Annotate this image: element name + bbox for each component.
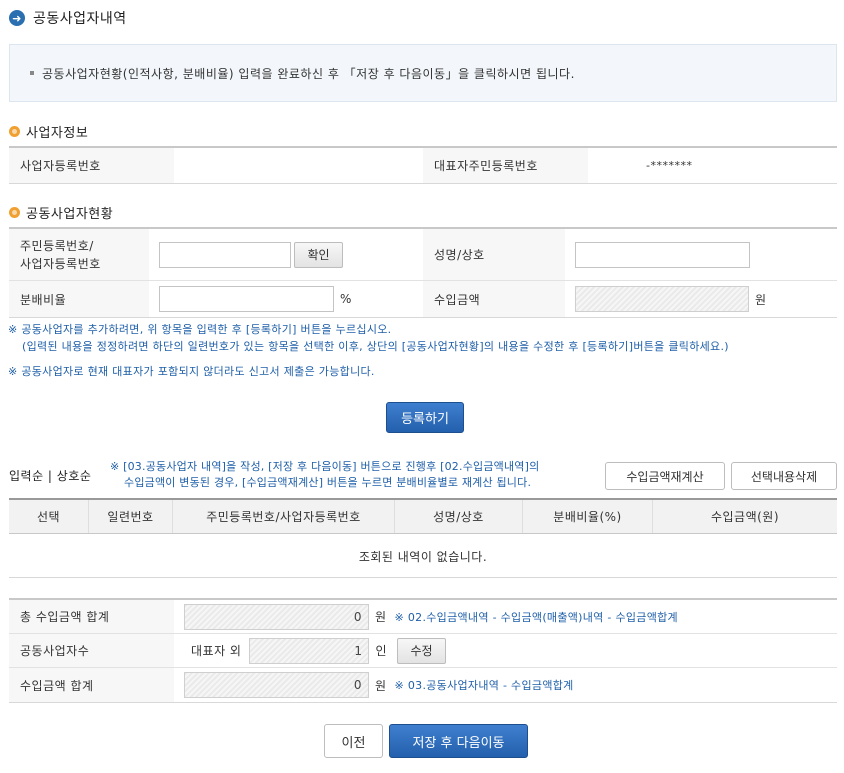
rep-id-value: -******* [646, 159, 693, 172]
delete-selected-button[interactable]: 선택내용삭제 [731, 462, 837, 490]
section-title-text: 공동사업자현황 [26, 207, 114, 222]
modify-button[interactable]: 수정 [397, 637, 447, 664]
id-input[interactable] [159, 241, 291, 268]
col-id: 주민등록번호/사업자등록번호 [173, 500, 395, 533]
partner-list-header: 선택 일련번호 주민등록번호/사업자등록번호 성명/상호 분배비율(%) 수입금… [9, 498, 837, 534]
income-sum-cell: 0 원 ※ 03.공동사업자내역 - 수입금액합계 [174, 668, 837, 702]
total-income-value: 0 [184, 603, 369, 630]
note-add-partner: ※ 공동사업자를 추가하려면, 위 항목을 입력한 후 [등록하기] 버튼을 누… [8, 323, 392, 336]
income-input-cell: 원 [565, 281, 837, 317]
partner-count-unit: 인 [375, 644, 388, 658]
ratio-input-cell: % [149, 281, 423, 317]
total-income-cell: 0 원 ※ 02.수입금액내역 - 수입금액(매출액)내역 - 수입금액합계 [174, 600, 837, 633]
income-unit: 원 [755, 292, 767, 307]
income-input-disabled [575, 286, 749, 312]
notice-text: 공동사업자현황(인적사항, 분배비율) 입력을 완료하신 후 「저장 후 다음이… [42, 66, 575, 81]
rep-id-label: 대표자주민등록번호 [423, 148, 588, 183]
ratio-input[interactable] [159, 286, 334, 312]
note-representative: ※ 공동사업자로 현재 대표자가 포함되지 않더라도 신고서 제출은 가능합니다… [8, 365, 375, 378]
section-bullet-icon [9, 126, 20, 137]
save-next-button[interactable]: 저장 후 다음이동 [389, 724, 528, 758]
total-income-note: ※ 02.수입금액내역 - 수입금액(매출액)내역 - 수입금액합계 [394, 610, 678, 624]
income-sum-label: 수입금액 합계 [9, 668, 174, 702]
reg-no-value [174, 148, 423, 183]
name-input[interactable] [575, 241, 750, 268]
income-sum-note: ※ 03.공동사업자내역 - 수입금액합계 [394, 679, 574, 692]
id-label: 주민등록번호/ 사업자등록번호 [9, 229, 149, 280]
section-title-partner-status: 공동사업자현황 [9, 203, 113, 222]
name-label: 성명/상호 [423, 229, 565, 280]
income-label: 수입금액 [423, 281, 565, 317]
ratio-unit: % [340, 292, 352, 306]
partner-count-value: 1 [249, 637, 370, 664]
id-label-line2: 사업자등록번호 [20, 256, 101, 271]
partner-count-prefix: 대표자 외 [191, 644, 242, 658]
section-bullet-icon [9, 207, 20, 218]
col-serial: 일련번호 [89, 500, 173, 533]
id-input-cell: 확인 [149, 229, 423, 280]
partner-count-label: 공동사업자수 [9, 634, 174, 667]
recalc-info-line1: ※ [03.공동사업자 내역]을 작성, [저장 후 다음이동] 버튼으로 진행… [110, 460, 540, 473]
sort-toggle[interactable]: 입력순 | 상호순 [9, 467, 91, 484]
id-label-line1: 주민등록번호/ [20, 238, 94, 253]
notice-box: 공동사업자현황(인적사항, 분배비율) 입력을 완료하신 후 「저장 후 다음이… [9, 44, 837, 102]
page-title: ➜ 공동사업자내역 [9, 8, 127, 28]
ratio-label: 분배비율 [9, 281, 149, 317]
summary-table: 총 수입금액 합계 0 원 ※ 02.수입금액내역 - 수입금액(매출액)내역 … [9, 598, 837, 703]
arrow-right-circle-icon: ➜ [9, 10, 25, 26]
section-title-business-info: 사업자정보 [9, 122, 88, 141]
income-sum-value: 0 [184, 672, 369, 698]
recalc-info-line2: 수입금액이 변동된 경우, [수입금액재계산] 버튼을 누르면 분배비율별로 재… [124, 476, 532, 489]
recalc-info: ※ [03.공동사업자 내역]을 작성, [저장 후 다음이동] 버튼으로 진행… [110, 459, 539, 491]
partner-status-table: 주민등록번호/ 사업자등록번호 확인 성명/상호 분배비율 % 수입금액 원 [9, 227, 837, 318]
name-input-cell [565, 229, 837, 280]
business-info-table: 사업자등록번호 대표자주민등록번호 -******* [9, 146, 837, 184]
recalc-income-button[interactable]: 수입금액재계산 [605, 462, 725, 490]
reg-no-label: 사업자등록번호 [9, 148, 174, 183]
confirm-button[interactable]: 확인 [294, 241, 343, 268]
section-title-text: 사업자정보 [26, 126, 89, 141]
total-income-unit: 원 [375, 610, 387, 624]
partner-count-cell: 대표자 외 1 인 수정 [174, 634, 837, 667]
empty-list-message: 조회된 내역이 없습니다. [9, 535, 837, 578]
register-button[interactable]: 등록하기 [386, 402, 464, 433]
col-income: 수입금액(원) [710, 510, 780, 524]
bullet-icon [30, 71, 34, 75]
total-income-label: 총 수입금액 합계 [9, 600, 174, 633]
income-sum-unit: 원 [375, 678, 387, 693]
col-ratio: 분배비율(%) [523, 500, 653, 533]
page-title-text: 공동사업자내역 [33, 11, 127, 27]
note-edit-instructions: (입력된 내용을 정정하려면 하단의 일련번호가 있는 항목을 선택한 이후, … [22, 340, 729, 353]
col-select: 선택 [9, 500, 89, 533]
col-name: 성명/상호 [395, 500, 523, 533]
prev-button[interactable]: 이전 [324, 724, 383, 758]
